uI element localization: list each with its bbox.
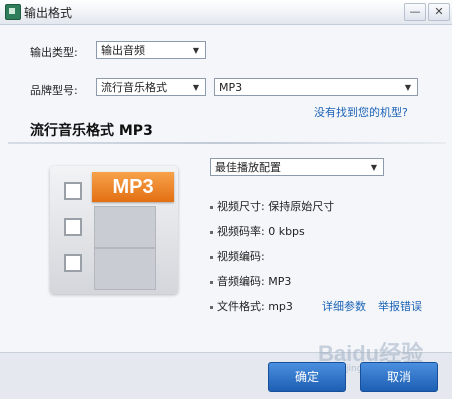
window-title: 输出格式: [24, 6, 73, 20]
missing-model-link[interactable]: 没有找到您的机型?: [314, 104, 408, 120]
preset-value: 最佳播放配置: [215, 161, 281, 174]
preset-select[interactable]: 最佳播放配置 ▼: [210, 158, 384, 176]
bullet-icon: [210, 205, 213, 209]
divider: [8, 142, 446, 144]
info-text: 视频编码:: [217, 250, 265, 263]
film-frame: [94, 248, 156, 290]
model-value: MP3: [219, 81, 243, 94]
chevron-down-icon: ▼: [404, 83, 412, 92]
ok-button[interactable]: 确定: [268, 362, 346, 392]
app-icon: [5, 4, 21, 20]
output-type-select[interactable]: 输出音频 ▼: [96, 41, 206, 59]
film-frame: [94, 206, 156, 248]
film-hole: [64, 182, 82, 200]
chevron-down-icon: ▼: [192, 46, 200, 55]
info-text: 音频编码: MP3: [217, 275, 292, 288]
info-text: 视频尺寸: 保持原始尺寸: [217, 200, 335, 213]
info-text: 文件格式: mp3: [217, 300, 293, 313]
chevron-down-icon: ▼: [192, 83, 200, 92]
info-video-size: 视频尺寸: 保持原始尺寸: [210, 198, 334, 214]
info-video-bitrate: 视频码率: 0 kbps: [210, 223, 305, 239]
info-audio-codec: 音频编码: MP3: [210, 273, 291, 289]
output-type-label: 输出类型:: [30, 46, 78, 59]
minimize-icon[interactable]: —: [404, 3, 426, 21]
film-hole: [64, 218, 82, 236]
bullet-icon: [210, 305, 213, 309]
brand-value: 流行音乐格式: [101, 81, 167, 94]
info-video-codec: 视频编码:: [210, 248, 265, 264]
bullet-icon: [210, 280, 213, 284]
details-link[interactable]: 详细参数: [322, 298, 366, 314]
film-hole: [64, 254, 82, 272]
info-text: 视频码率: 0 kbps: [217, 225, 305, 238]
format-badge: MP3: [92, 172, 174, 202]
section-title: 流行音乐格式 MP3: [30, 123, 153, 139]
title-bar: 输出格式 — ✕: [0, 0, 452, 25]
brand-model-label: 品牌型号:: [30, 84, 78, 97]
report-error-link[interactable]: 举报错误: [378, 298, 422, 314]
info-file-format: 文件格式: mp3: [210, 298, 293, 314]
bullet-icon: [210, 230, 213, 234]
chevron-down-icon: ▼: [370, 163, 378, 172]
brand-select[interactable]: 流行音乐格式 ▼: [96, 78, 206, 96]
cancel-button[interactable]: 取消: [360, 362, 438, 392]
close-icon[interactable]: ✕: [428, 3, 450, 21]
model-select[interactable]: MP3 ▼: [214, 78, 418, 96]
output-type-value: 输出音频: [101, 44, 145, 57]
bullet-icon: [210, 255, 213, 259]
